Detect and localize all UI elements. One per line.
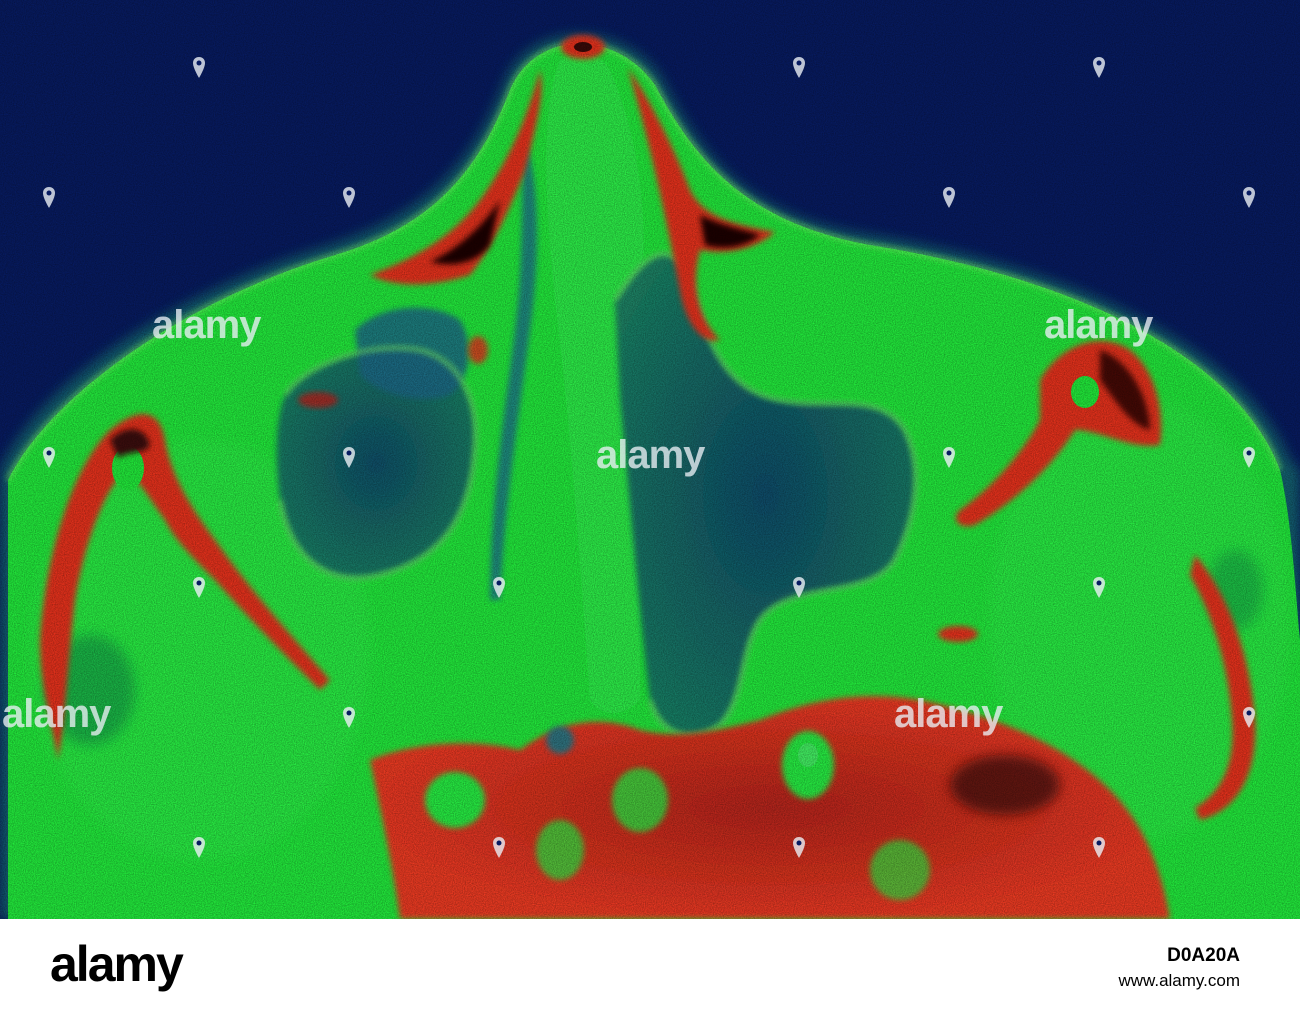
alamy-logo: alamy: [50, 936, 184, 992]
watermark-text: alamy: [152, 303, 261, 347]
scan-image: alamy alamy alamy alamy alamy: [0, 0, 1300, 919]
pin-marker-icon: [343, 707, 355, 728]
pin-marker-icon: [1093, 57, 1105, 78]
pin-marker-icon: [793, 57, 805, 78]
watermark-text: alamy: [2, 692, 111, 736]
pin-marker-icon: [343, 447, 355, 468]
pin-marker-icon: [1243, 707, 1255, 728]
pin-marker-icon: [343, 187, 355, 208]
pin-marker-icon: [793, 837, 805, 858]
pin-marker-icon: [1093, 577, 1105, 598]
pin-marker-icon: [43, 187, 55, 208]
pin-marker-icon: [1243, 187, 1255, 208]
pin-marker-icon: [793, 577, 805, 598]
site-url: www.alamy.com: [1118, 971, 1240, 990]
watermark-text: alamy: [894, 692, 1003, 736]
pin-marker-icon: [1093, 837, 1105, 858]
pin-marker-icon: [943, 447, 955, 468]
pin-marker-icon: [193, 577, 205, 598]
watermark-footer: alamy D0A20A www.alamy.com: [0, 919, 1300, 1009]
pin-marker-icon: [43, 447, 55, 468]
image-id: D0A20A: [1167, 945, 1240, 966]
watermark-text: alamy: [596, 433, 705, 477]
pin-marker-icon: [1243, 447, 1255, 468]
watermark-text: alamy: [1044, 303, 1153, 347]
pin-marker-icon: [193, 837, 205, 858]
pin-marker-icon: [493, 577, 505, 598]
pin-marker-icon: [943, 187, 955, 208]
image-info: D0A20A www.alamy.com: [1118, 945, 1240, 991]
pin-marker-icon: [493, 837, 505, 858]
pin-marker-icon: [193, 57, 205, 78]
